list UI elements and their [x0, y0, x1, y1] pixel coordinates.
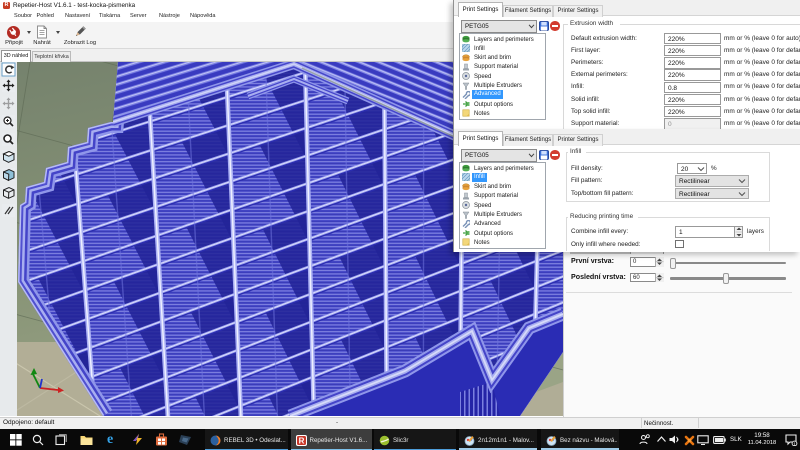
- svg-text:R: R: [298, 436, 304, 445]
